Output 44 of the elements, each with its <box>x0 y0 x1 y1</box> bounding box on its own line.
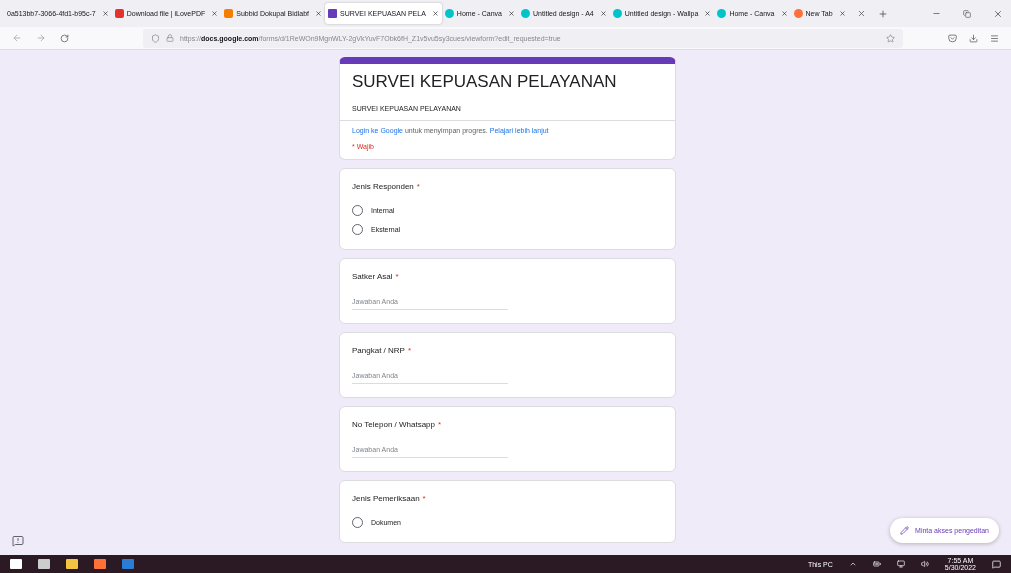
required-mark: * <box>395 272 399 281</box>
close-icon[interactable] <box>101 10 109 17</box>
menu-icon[interactable] <box>990 33 999 43</box>
close-icon[interactable] <box>599 10 607 17</box>
close-icon[interactable] <box>704 10 712 17</box>
circle-icon <box>717 9 727 18</box>
form-icon <box>328 9 337 18</box>
required-mark: * <box>407 346 412 355</box>
required-mark: * <box>438 420 442 429</box>
network-icon[interactable] <box>896 560 905 568</box>
square-icon <box>224 9 234 18</box>
close-icon[interactable] <box>780 10 788 17</box>
close-icon[interactable] <box>431 10 439 17</box>
restore-icon[interactable] <box>963 9 971 18</box>
close-icon[interactable] <box>838 10 846 17</box>
question-label: Pangkat / NRP <box>352 346 405 355</box>
question-label: Satker Asal <box>352 272 393 281</box>
pencil-icon <box>900 526 910 535</box>
question-label: Jenis Responden <box>352 182 414 191</box>
close-icon[interactable] <box>508 10 515 17</box>
lock-icon <box>166 34 174 42</box>
volume-icon[interactable] <box>920 560 929 568</box>
chevron-up-icon[interactable] <box>848 560 857 568</box>
close-icon[interactable] <box>993 8 1003 19</box>
battery-icon[interactable] <box>872 560 881 568</box>
pocket-icon[interactable] <box>948 33 957 43</box>
close-icon[interactable] <box>856 9 866 18</box>
reload-icon[interactable] <box>60 33 69 43</box>
close-icon[interactable] <box>211 10 219 17</box>
close-icon[interactable] <box>315 10 322 17</box>
feedback-icon[interactable] <box>12 535 24 547</box>
circle-icon <box>612 9 622 18</box>
shield-icon <box>151 33 160 43</box>
question-label: Jenis Pemeriksaan <box>352 494 420 503</box>
download-icon[interactable] <box>969 33 978 43</box>
circle-icon <box>444 9 454 18</box>
required-mark: * <box>416 182 420 191</box>
circle-icon <box>521 9 530 18</box>
new-tab-icon[interactable] <box>877 8 888 19</box>
required-mark: * <box>422 494 426 503</box>
form-title: SURVEI KEPUASAN PELAYANAN <box>351 71 618 92</box>
question-label: No Telepon / Whatsapp <box>352 420 435 429</box>
bookmark-star-icon[interactable] <box>886 33 895 43</box>
notifications-icon[interactable] <box>992 559 1001 569</box>
